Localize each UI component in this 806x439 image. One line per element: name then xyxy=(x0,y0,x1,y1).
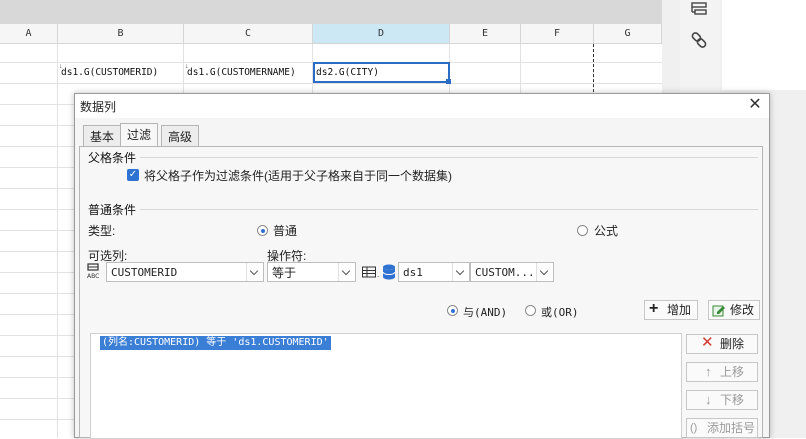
right-panel-blank xyxy=(722,0,806,90)
field-select-value: CUSTOM... xyxy=(475,266,535,279)
radio-or[interactable] xyxy=(525,305,536,316)
radio-and-label: 与(AND) xyxy=(463,306,508,319)
fill-handle[interactable] xyxy=(446,79,451,84)
operator-select[interactable]: 等于 xyxy=(267,262,356,282)
expand-arrow-icon: ↓ xyxy=(59,63,63,70)
radio-and[interactable] xyxy=(447,305,458,316)
grid-line xyxy=(0,356,74,357)
dataset-select[interactable]: ds1 xyxy=(398,262,470,282)
chevron-down-icon xyxy=(536,263,553,281)
column-header-g[interactable]: G xyxy=(594,24,662,44)
tab-advanced[interactable]: 高级 xyxy=(161,125,200,147)
expand-arrow-icon: ↓ xyxy=(185,63,189,70)
edit-button-label: 修改 xyxy=(730,303,755,317)
cell-b2-text: ds1.G(CUSTOMERID) xyxy=(61,67,159,78)
data-column-dialog: 数据列 ✕ 基本 过滤 高级 父格条件 ✓ 将父格子作为过滤条件(适用于父子格来… xyxy=(74,93,770,439)
chevron-down-icon xyxy=(452,263,469,281)
dataset-select-value: ds1 xyxy=(403,266,423,279)
table-icon[interactable] xyxy=(361,264,377,280)
properties-icon[interactable] xyxy=(690,2,708,16)
divider xyxy=(140,157,758,158)
plus-icon: + xyxy=(649,300,659,317)
grid-line xyxy=(0,125,74,126)
grid-line xyxy=(0,230,74,231)
dot-separator: . xyxy=(377,270,380,279)
tab-basic[interactable]: 基本 xyxy=(83,125,122,147)
condition-item-selected[interactable]: (列名:CUSTOMERID) 等于 'ds1.CUSTOMERID' xyxy=(100,336,331,350)
grid-line xyxy=(0,377,74,378)
grid-line xyxy=(0,272,74,273)
abc-field-icon: ABC xyxy=(86,262,104,280)
grid-line xyxy=(0,209,74,210)
cell-b2[interactable]: ds1.G(CUSTOMERID) xyxy=(58,63,184,83)
operator-select-value: 等于 xyxy=(272,266,297,280)
delete-button[interactable]: ✕ 删除 xyxy=(686,334,758,354)
add-bracket-button[interactable]: () 添加括号 xyxy=(686,418,758,438)
column-header-e[interactable]: E xyxy=(450,24,521,44)
column-header-a[interactable]: A xyxy=(0,24,58,44)
tab-filter[interactable]: 过滤 xyxy=(120,123,159,147)
type-label: 类型: xyxy=(88,224,116,238)
sheet-toolbar-area xyxy=(0,0,662,24)
field-select[interactable]: CUSTOM... xyxy=(470,262,554,282)
selected-cell-outline xyxy=(313,62,450,83)
filter-pane: 父格条件 ✓ 将父格子作为过滤条件(适用于父子格来自于同一个数据集) 普通条件 … xyxy=(79,146,763,439)
chevron-down-icon xyxy=(338,263,355,281)
cell-c2-text: ds1.G(CUSTOMERNAME) xyxy=(187,67,296,78)
grid-line xyxy=(0,251,74,252)
dialog-titlebar[interactable] xyxy=(75,94,769,118)
add-button[interactable]: + 增加 xyxy=(644,300,698,320)
arrow-up-icon: ↑ xyxy=(705,364,712,379)
radio-or-label: 或(OR) xyxy=(541,306,579,319)
grid-line xyxy=(0,83,662,84)
parent-condition-heading: 父格条件 xyxy=(88,151,137,165)
grid-line xyxy=(0,167,74,168)
column-header-f[interactable]: F xyxy=(521,24,594,44)
add-bracket-label: 添加括号 xyxy=(707,421,756,435)
column-header-d[interactable]: D xyxy=(313,24,450,44)
grid-line xyxy=(0,188,74,189)
link-icon[interactable] xyxy=(690,31,708,49)
grid-line xyxy=(0,293,74,294)
delete-button-label: 删除 xyxy=(720,337,745,351)
add-button-label: 增加 xyxy=(667,303,692,317)
column-header-c[interactable]: C xyxy=(184,24,313,44)
bracket-icon: () xyxy=(690,422,698,434)
column-select[interactable]: CUSTOMERID xyxy=(106,262,264,282)
grid-line xyxy=(0,104,74,105)
radio-formula-label: 公式 xyxy=(594,224,619,238)
edit-button[interactable]: 修改 xyxy=(708,300,760,320)
chevron-down-icon xyxy=(246,263,263,281)
svg-text:ABC: ABC xyxy=(87,273,99,280)
normal-condition-heading: 普通条件 xyxy=(88,203,137,217)
radio-formula[interactable] xyxy=(577,225,588,236)
grid-line xyxy=(0,419,74,420)
move-up-label: 上移 xyxy=(720,365,745,379)
cell-c2[interactable]: ds1.G(CUSTOMERNAME) xyxy=(184,63,313,83)
parent-filter-label: 将父格子作为过滤条件(适用于父子格来自于同一个数据集) xyxy=(144,169,452,183)
dialog-title: 数据列 xyxy=(80,100,117,114)
arrow-down-icon: ↓ xyxy=(705,392,712,407)
delete-x-icon: ✕ xyxy=(701,334,714,351)
divider xyxy=(140,209,758,210)
edit-icon xyxy=(712,303,726,317)
grid-line xyxy=(0,398,74,399)
parent-filter-checkbox[interactable]: ✓ xyxy=(127,169,139,181)
move-down-label: 下移 xyxy=(720,393,745,407)
column-header-b[interactable]: B xyxy=(58,24,184,44)
grid-line xyxy=(0,335,74,336)
database-icon xyxy=(381,263,397,281)
radio-normal-label: 普通 xyxy=(273,224,298,238)
grid-line xyxy=(0,146,74,147)
radio-normal[interactable] xyxy=(257,225,268,236)
column-select-value: CUSTOMERID xyxy=(111,266,178,279)
move-up-button[interactable]: ↑ 上移 xyxy=(686,362,758,382)
grid-line xyxy=(0,314,74,315)
close-icon[interactable]: ✕ xyxy=(745,95,765,115)
move-down-button[interactable]: ↓ 下移 xyxy=(686,390,758,410)
